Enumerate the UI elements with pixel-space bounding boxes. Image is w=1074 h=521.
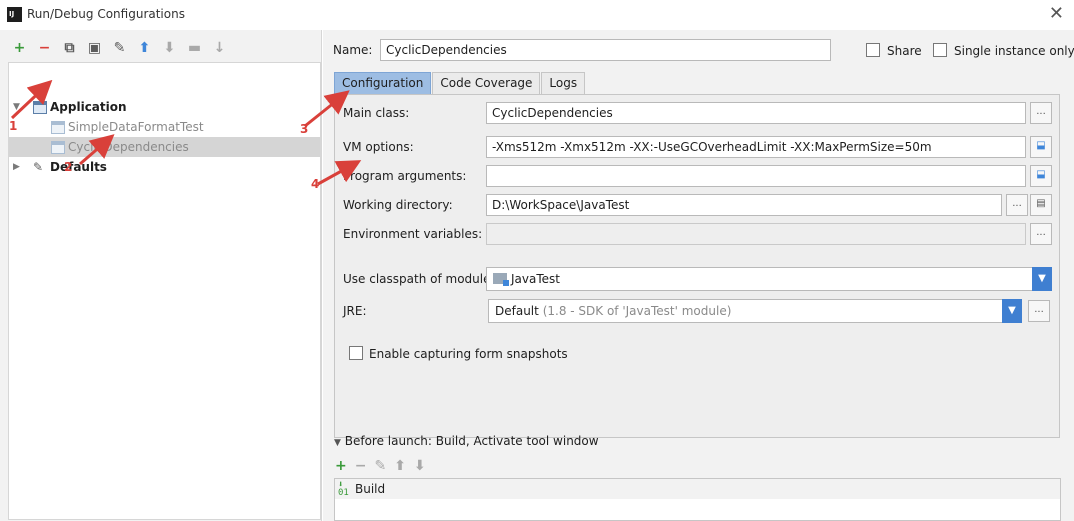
- enable-snapshots-label: Enable capturing form snapshots: [369, 347, 568, 361]
- main-class-label: Main class:: [343, 106, 410, 120]
- tree-item-cyclicdependencies[interactable]: CyclicDependencies: [9, 137, 320, 157]
- move-up-icon[interactable]: ⬆: [394, 458, 406, 474]
- build-icon: ⬇ 01: [338, 480, 349, 498]
- annotation-label-2: 2: [64, 160, 73, 174]
- expand-field-icon[interactable]: ⬓: [1030, 165, 1052, 187]
- title-bar: IJ Run/Debug Configurations ✕: [0, 0, 1074, 30]
- move-down-icon[interactable]: ⬇: [160, 39, 179, 58]
- vm-options-label: VM options:: [343, 140, 414, 154]
- sort-icon[interactable]: ↓: [210, 39, 229, 58]
- before-launch-list[interactable]: ⬇ 01 Build: [334, 478, 1061, 521]
- before-launch-title: Before launch: Build, Activate tool wind…: [344, 434, 599, 448]
- application-icon: [33, 100, 47, 114]
- before-launch-item-label: Build: [355, 482, 386, 496]
- configurations-toolbar: + − ⧉ ▣ ✎ ⬆ ⬇ ▬ ↓: [10, 38, 229, 58]
- configurations-panel: + − ⧉ ▣ ✎ ⬆ ⬇ ▬ ↓ ▼ Application SimpleDa…: [0, 30, 322, 521]
- tree-item-label: CyclicDependencies: [68, 140, 189, 154]
- configuration-details: Name: CyclicDependencies Share Single in…: [323, 30, 1074, 521]
- single-instance-checkbox[interactable]: [933, 43, 947, 57]
- environment-variables-browse-button[interactable]: ...: [1030, 223, 1052, 245]
- tab-logs[interactable]: Logs: [541, 72, 586, 94]
- working-directory-browse-button[interactable]: ...: [1006, 194, 1028, 216]
- program-arguments-label: Program arguments:: [343, 169, 467, 183]
- intellij-app-icon: IJ: [7, 7, 22, 22]
- tree-item-application[interactable]: ▼ Application: [9, 97, 320, 117]
- classpath-module-value: JavaTest: [511, 272, 560, 286]
- tree-item-simpledataformattest[interactable]: SimpleDataFormatTest: [9, 117, 320, 137]
- save-icon[interactable]: ▣: [85, 39, 104, 58]
- jre-detail: (1.8 - SDK of 'JavaTest' module): [542, 304, 732, 318]
- environment-variables-input[interactable]: [486, 223, 1026, 245]
- add-icon[interactable]: +: [10, 39, 29, 58]
- application-icon: [51, 140, 65, 154]
- classpath-module-select[interactable]: JavaTest ▼: [486, 267, 1052, 291]
- annotation-label-3: 3: [300, 122, 309, 136]
- expand-right-icon[interactable]: ▶: [13, 162, 23, 172]
- jre-value: Default: [495, 304, 539, 318]
- expand-down-icon[interactable]: ▼: [13, 102, 23, 112]
- collapse-down-icon[interactable]: ▼: [334, 438, 341, 448]
- configuration-tab-pane: Main class: CyclicDependencies ... VM op…: [334, 94, 1060, 438]
- tree-item-label: Application: [50, 100, 127, 114]
- config-tabs: Configuration Code Coverage Logs: [334, 72, 586, 94]
- single-instance-label: Single instance only: [954, 44, 1074, 58]
- add-icon[interactable]: +: [335, 458, 347, 474]
- annotation-label-1: 1: [9, 119, 18, 133]
- remove-icon[interactable]: −: [35, 39, 54, 58]
- module-folder-icon: [493, 273, 509, 286]
- program-arguments-input[interactable]: [486, 165, 1026, 187]
- move-down-icon[interactable]: ⬇: [414, 458, 426, 474]
- classpath-module-label: Use classpath of module:: [343, 272, 495, 286]
- wrench-icon: ✎: [33, 159, 44, 174]
- share-checkbox[interactable]: [866, 43, 880, 57]
- expand-field-icon[interactable]: ⬓: [1030, 136, 1052, 158]
- main-class-input[interactable]: CyclicDependencies: [486, 102, 1026, 124]
- tree-item-label: Defaults: [50, 160, 107, 174]
- jre-browse-button[interactable]: ...: [1028, 300, 1050, 322]
- folder-icon[interactable]: ▬: [185, 39, 204, 58]
- wrench-icon[interactable]: ✎: [110, 39, 129, 58]
- main-class-browse-button[interactable]: ...: [1030, 102, 1052, 124]
- application-icon: [51, 120, 65, 134]
- close-icon[interactable]: ✕: [1049, 3, 1064, 24]
- before-launch-toolbar: + − ✎ ⬆ ⬇: [335, 458, 426, 474]
- working-directory-input[interactable]: D:\WorkSpace\JavaTest: [486, 194, 1002, 216]
- move-up-icon[interactable]: ⬆: [135, 39, 154, 58]
- chevron-down-icon[interactable]: ▼: [1002, 299, 1022, 323]
- tab-configuration[interactable]: Configuration: [334, 72, 432, 94]
- tree-item-label: SimpleDataFormatTest: [68, 120, 204, 134]
- edit-icon[interactable]: ✎: [374, 458, 386, 474]
- annotation-label-4: 4: [311, 177, 320, 191]
- name-label: Name:: [333, 43, 373, 57]
- vm-options-input[interactable]: -Xms512m -Xmx512m -XX:-UseGCOverheadLimi…: [486, 136, 1026, 158]
- jre-select[interactable]: Default (1.8 - SDK of 'JavaTest' module)…: [488, 299, 1022, 323]
- tab-code-coverage[interactable]: Code Coverage: [432, 72, 541, 94]
- configurations-tree[interactable]: ▼ Application SimpleDataFormatTest Cycli…: [8, 62, 321, 520]
- before-launch-header[interactable]: ▼ Before launch: Build, Activate tool wi…: [334, 434, 599, 448]
- jre-label: JRE:: [343, 304, 367, 318]
- list-item[interactable]: ⬇ 01 Build: [335, 479, 1060, 499]
- remove-icon[interactable]: −: [355, 458, 367, 474]
- tree-item-defaults[interactable]: ▶ ✎ Defaults: [9, 157, 320, 177]
- copy-icon[interactable]: ⧉: [60, 39, 79, 58]
- environment-variables-label: Environment variables:: [343, 227, 483, 241]
- working-directory-label: Working directory:: [343, 198, 453, 212]
- macros-icon[interactable]: ▤: [1030, 194, 1052, 216]
- chevron-down-icon[interactable]: ▼: [1032, 267, 1052, 291]
- share-label: Share: [887, 44, 922, 58]
- name-input[interactable]: CyclicDependencies: [380, 39, 831, 61]
- enable-snapshots-checkbox[interactable]: [349, 346, 363, 360]
- window-title: Run/Debug Configurations: [27, 7, 185, 21]
